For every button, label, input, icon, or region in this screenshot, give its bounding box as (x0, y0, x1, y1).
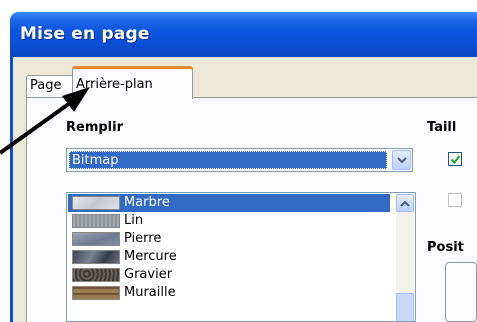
tab-background[interactable]: Arrière-plan (72, 66, 193, 99)
wall-swatch (72, 286, 120, 300)
chevron-up-icon (400, 200, 410, 207)
list-item[interactable]: Marbre (68, 194, 390, 212)
list-item-label: Pierre (124, 231, 162, 246)
gravel-swatch (72, 268, 120, 282)
list-item-label: Muraille (124, 285, 176, 300)
tab-page[interactable]: Page (26, 75, 74, 97)
list-item-label: Lin (124, 213, 144, 228)
linen-swatch (72, 214, 120, 228)
list-item[interactable]: Lin (68, 212, 390, 230)
list-item-label: Mercure (124, 249, 177, 264)
checkmark-icon (450, 155, 461, 165)
mercury-swatch (72, 250, 120, 264)
dropdown-button[interactable] (392, 150, 411, 170)
position-group (445, 262, 477, 322)
list-scrollbar[interactable] (396, 194, 414, 321)
fill-type-dropdown[interactable]: Bitmap (66, 148, 413, 172)
marble-swatch (72, 196, 120, 210)
bitmap-listbox[interactable]: Marbre Lin Pierre Mercure Gravier Murail… (66, 192, 416, 322)
list-item[interactable]: Pierre (68, 230, 390, 248)
scroll-thumb[interactable] (396, 293, 414, 321)
tab-page-label: Page (30, 78, 62, 93)
list-item-label: Marbre (124, 195, 170, 210)
scroll-up-button[interactable] (396, 194, 414, 212)
list-item[interactable]: Gravier (68, 266, 390, 284)
chevron-down-icon (397, 157, 407, 164)
window-title: Mise en page (20, 24, 150, 44)
size-checkbox-checked[interactable] (448, 152, 462, 166)
stone-swatch (72, 232, 120, 246)
size-label: Taill (427, 120, 457, 135)
position-label: Posit (427, 240, 464, 255)
tab-background-label: Arrière-plan (76, 77, 153, 92)
list-item-label: Gravier (124, 267, 173, 282)
list-item[interactable]: Mercure (68, 248, 390, 266)
list-item[interactable]: Muraille (68, 284, 390, 302)
fill-type-value: Bitmap (69, 151, 387, 169)
title-bar[interactable]: Mise en page (10, 12, 477, 57)
size-checkbox[interactable] (448, 193, 462, 207)
fill-label: Remplir (66, 120, 124, 135)
